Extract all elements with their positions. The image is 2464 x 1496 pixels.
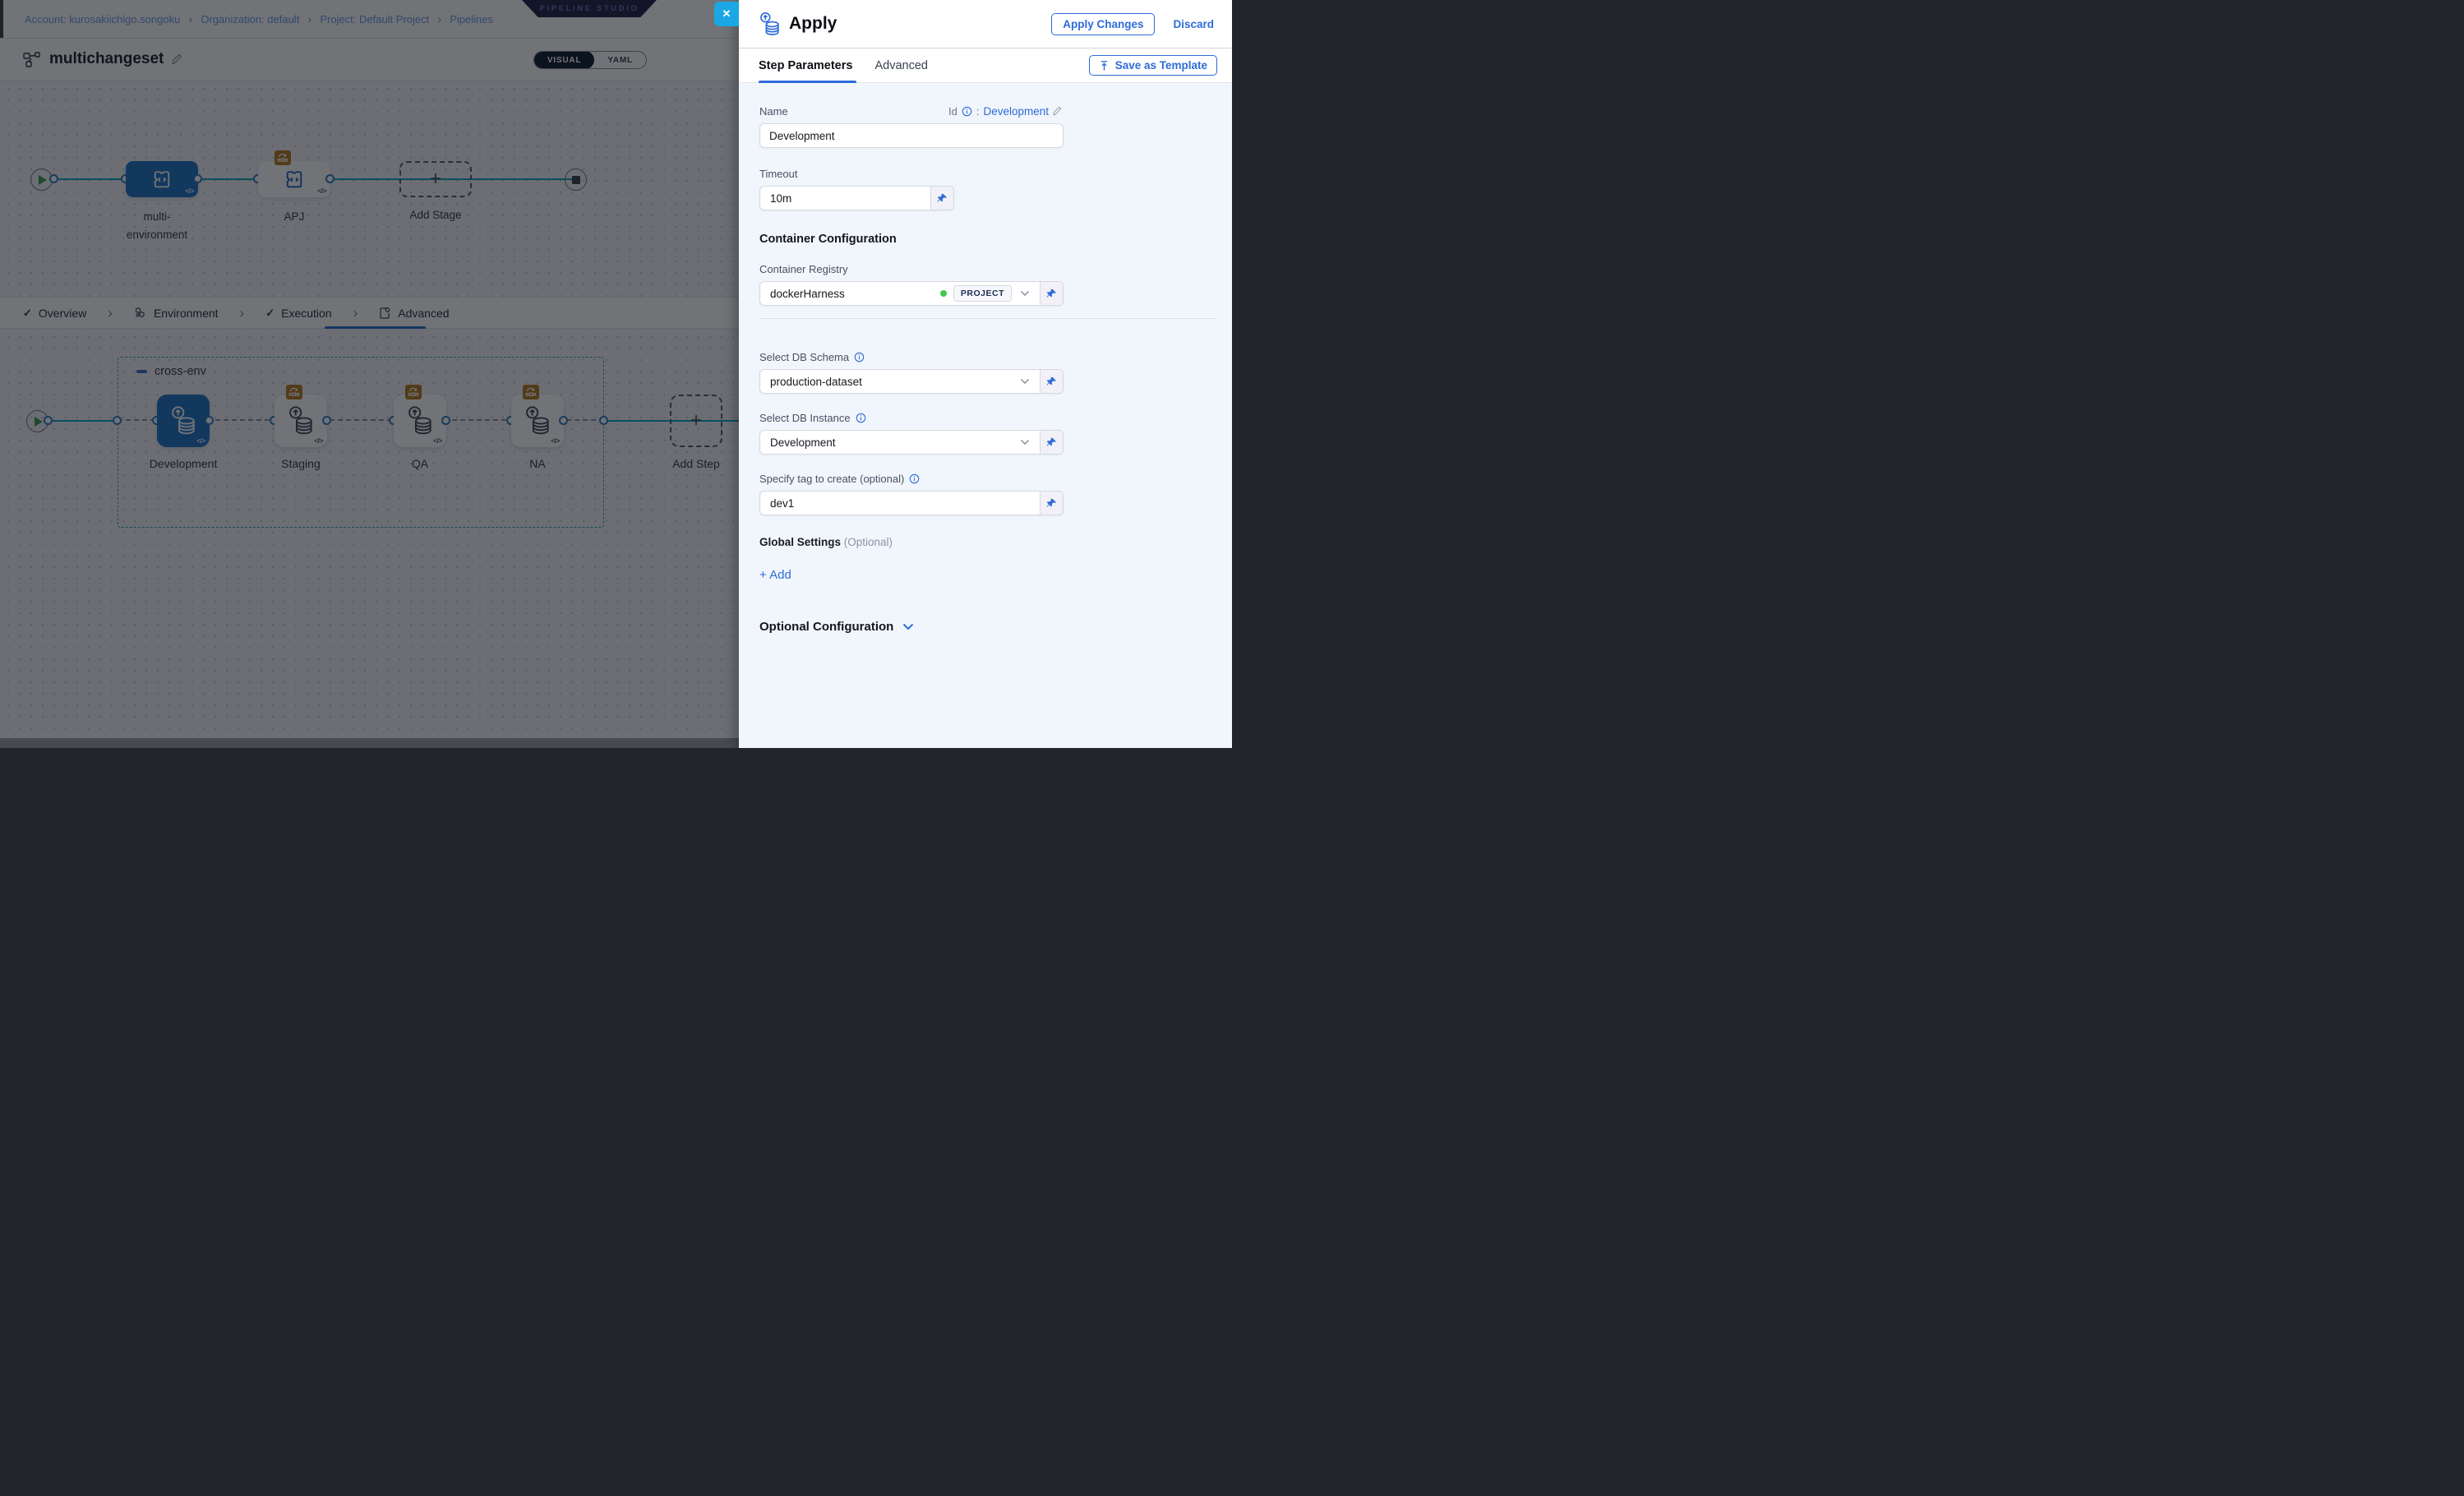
info-icon[interactable] xyxy=(909,473,920,484)
pin-input-type-button[interactable] xyxy=(1040,431,1063,454)
name-input[interactable] xyxy=(759,123,1064,148)
optional-configuration-toggle[interactable]: Optional Configuration xyxy=(759,620,1232,634)
upload-icon xyxy=(1099,60,1110,72)
save-as-template-label: Save as Template xyxy=(1115,59,1207,72)
timeout-label: Timeout xyxy=(759,168,797,180)
drawer-title: Apply xyxy=(789,14,1051,34)
timeout-input[interactable] xyxy=(768,192,922,205)
info-icon[interactable] xyxy=(962,106,972,117)
apply-step-icon xyxy=(759,12,781,37)
edit-id-icon[interactable] xyxy=(1053,106,1064,117)
drawer-header: Apply Apply Changes Discard xyxy=(739,0,1232,48)
chevron-down-icon xyxy=(902,623,914,630)
apply-changes-button[interactable]: Apply Changes xyxy=(1051,13,1155,35)
id-row: Id : Development xyxy=(948,105,1064,118)
dim-overlay xyxy=(0,0,739,748)
pin-input-type-button[interactable] xyxy=(930,187,953,210)
tab-advanced-panel[interactable]: Advanced xyxy=(874,59,928,72)
add-global-setting-link[interactable]: + Add xyxy=(759,568,1232,582)
db-schema-label: Select DB Schema xyxy=(759,351,849,363)
id-separator: : xyxy=(976,105,980,118)
name-label: Name xyxy=(759,105,788,118)
db-instance-label: Select DB Instance xyxy=(759,412,851,424)
section-divider xyxy=(759,318,1217,319)
global-settings-optional-tag: (Optional) xyxy=(844,536,893,548)
container-registry-label: Container Registry xyxy=(759,263,848,275)
info-icon[interactable] xyxy=(856,413,866,423)
db-instance-select[interactable] xyxy=(768,436,1012,450)
optional-configuration-label: Optional Configuration xyxy=(759,620,893,634)
db-schema-select[interactable] xyxy=(768,375,1012,389)
pin-icon xyxy=(1046,437,1057,448)
pin-icon xyxy=(1046,289,1057,299)
step-config-drawer: ✕ Apply Apply Changes Discard Step Param… xyxy=(739,0,1232,748)
pin-input-type-button[interactable] xyxy=(1040,282,1063,305)
id-label: Id xyxy=(948,105,957,118)
pin-input-type-button[interactable] xyxy=(1040,492,1063,515)
chevron-down-icon[interactable] xyxy=(1018,290,1031,297)
pin-input-type-button[interactable] xyxy=(1040,370,1063,393)
info-icon[interactable] xyxy=(854,352,865,362)
pin-icon xyxy=(937,193,948,204)
global-settings-label: Global Settings xyxy=(759,536,841,548)
pipeline-editor-area: Account: kurosakiichigo.songoku › Organi… xyxy=(0,0,739,748)
step-parameters-form: Name Id : Development Timeout xyxy=(739,83,1232,748)
container-configuration-heading: Container Configuration xyxy=(759,233,1232,246)
tag-input[interactable] xyxy=(768,496,1031,510)
save-as-template-button[interactable]: Save as Template xyxy=(1089,55,1217,76)
container-registry-input[interactable] xyxy=(768,287,934,301)
tab-step-parameters[interactable]: Step Parameters xyxy=(759,59,852,72)
scope-chip: PROJECT xyxy=(953,285,1012,302)
close-drawer-button[interactable]: ✕ xyxy=(714,2,739,26)
chevron-down-icon[interactable] xyxy=(1018,378,1031,385)
drawer-tabs: Step Parameters Advanced Save as Templat… xyxy=(739,48,1232,83)
active-tab-underline xyxy=(759,81,856,83)
connected-status-dot xyxy=(940,290,947,297)
discard-button[interactable]: Discard xyxy=(1173,18,1214,30)
pin-icon xyxy=(1046,498,1057,509)
id-value: Development xyxy=(983,105,1049,118)
tag-label: Specify tag to create (optional) xyxy=(759,473,904,485)
pipeline-studio-app: Account: kurosakiichigo.songoku › Organi… xyxy=(0,0,1232,748)
chevron-down-icon[interactable] xyxy=(1018,439,1031,446)
pin-icon xyxy=(1046,376,1057,387)
